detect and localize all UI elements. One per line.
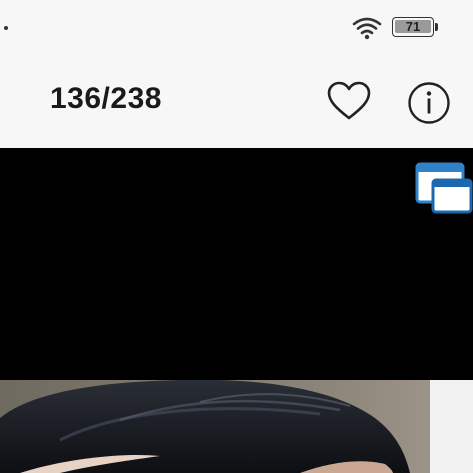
battery-tip (435, 23, 438, 31)
multi-window-icon[interactable] (415, 162, 473, 216)
image-counter: 136/238 (50, 82, 162, 115)
battery-level: 71 (405, 19, 421, 34)
info-icon[interactable] (406, 80, 452, 126)
status-bar: 71 (0, 0, 473, 56)
photo-viewer-screen: 71 136/238 (0, 0, 473, 473)
wifi-icon (352, 17, 382, 40)
image-viewport[interactable] (0, 148, 473, 380)
viewer-header: 136/238 (0, 56, 473, 148)
battery-icon: 71 (392, 17, 440, 39)
notification-dot-icon (4, 26, 8, 30)
heart-icon[interactable] (326, 80, 372, 124)
photo-preview[interactable] (0, 380, 473, 473)
